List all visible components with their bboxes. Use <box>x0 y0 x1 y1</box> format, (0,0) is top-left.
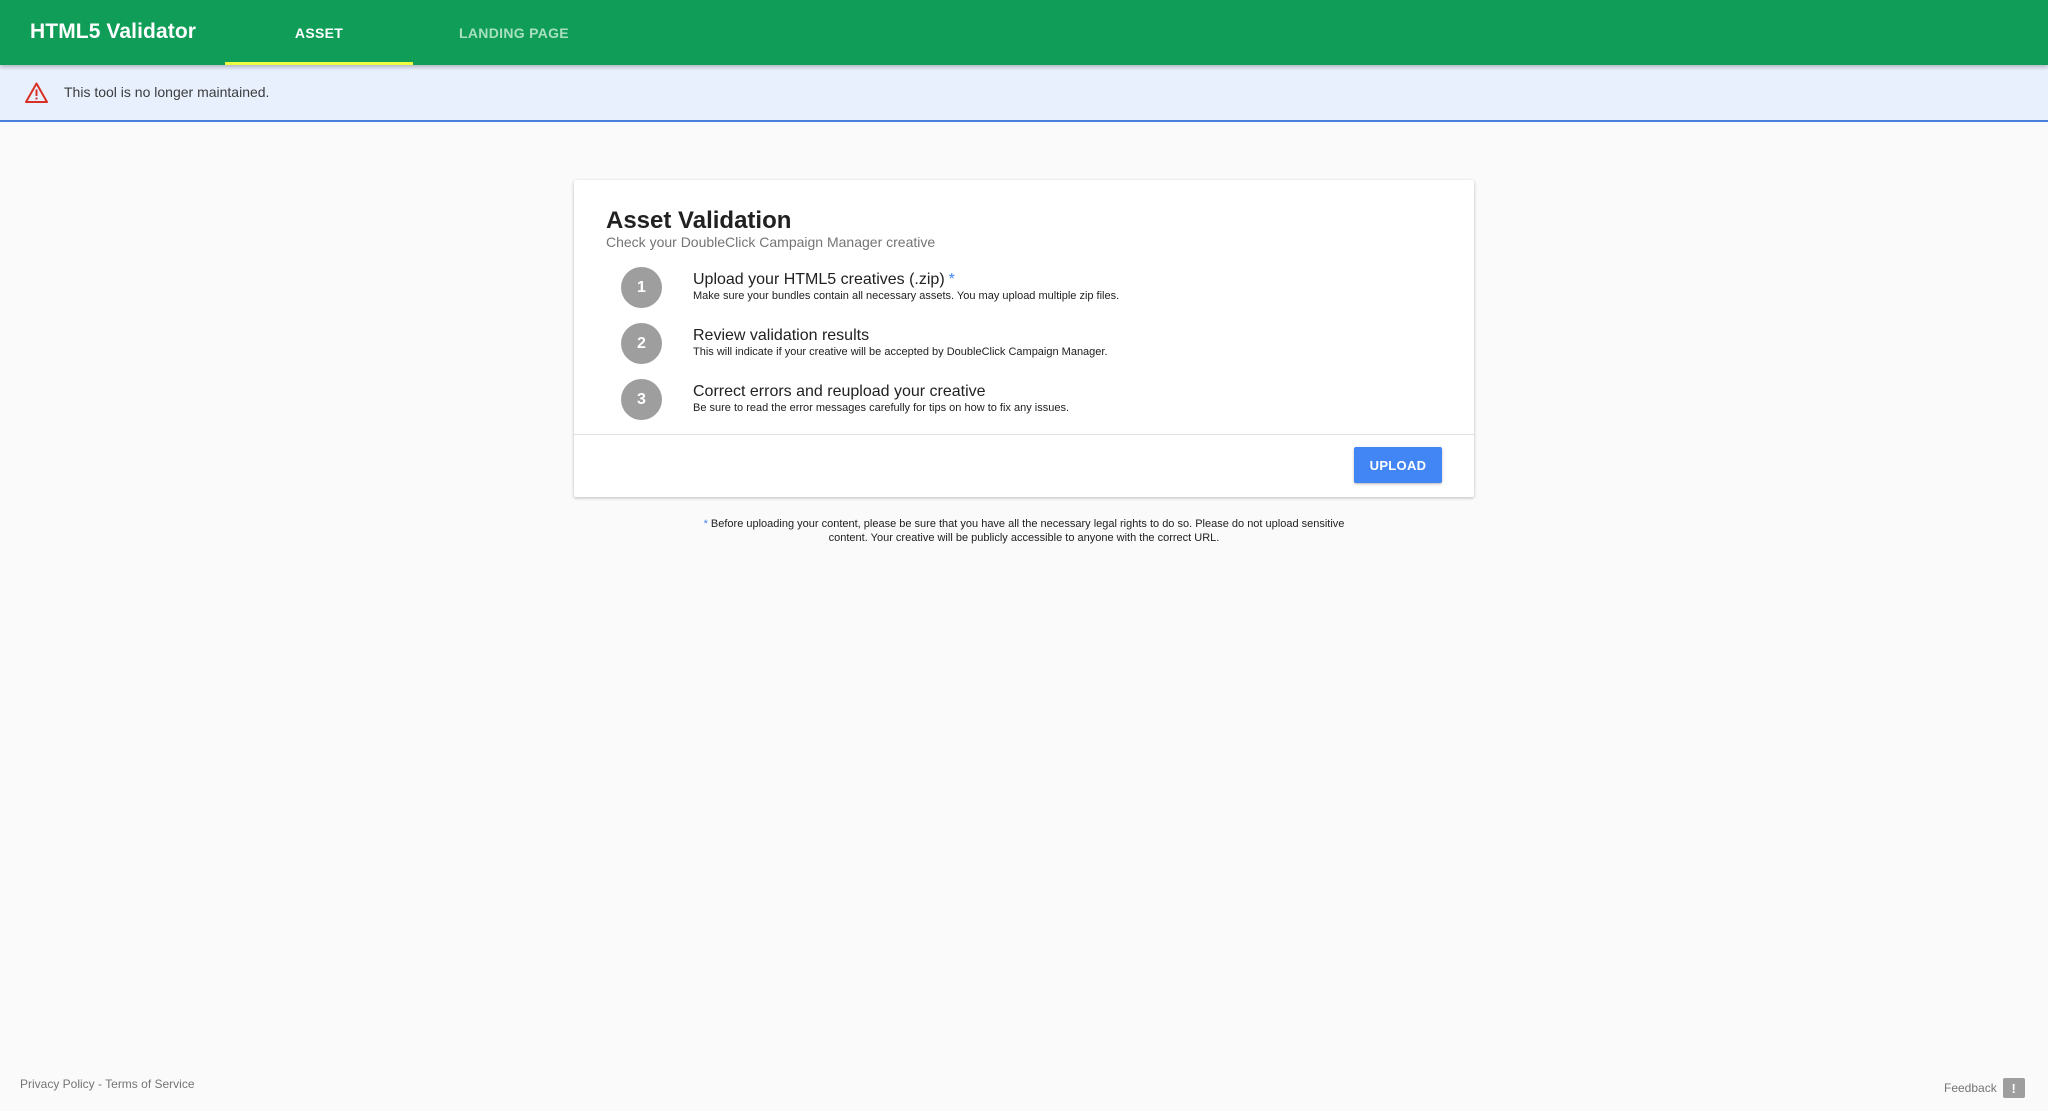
app-title: HTML5 Validator <box>30 20 197 43</box>
card-divider <box>574 434 1474 435</box>
upload-button[interactable]: UPLOAD <box>1354 447 1442 483</box>
step-title: Review validation results <box>693 327 870 344</box>
tab-landing-page[interactable]: LANDING PAGE <box>420 0 608 65</box>
step-review: 2 Review validation results This will in… <box>621 323 1441 367</box>
step-correct: 3 Correct errors and reupload your creat… <box>621 379 1441 423</box>
feedback-icon: ! <box>2002 1078 2025 1098</box>
step-title: Upload your HTML5 creatives (.zip) * <box>693 271 955 289</box>
card-subtitle: Check your DoubleClick Campaign Manager … <box>606 234 936 250</box>
feedback-label: Feedback <box>1944 1081 1997 1095</box>
disclaimer-text-1: Before uploading your content, please be… <box>710 518 1345 530</box>
disclaimer-line-1: * Before uploading your content, please … <box>574 517 1474 531</box>
step-number-badge: 3 <box>621 379 662 420</box>
step-title-text: Upload your HTML5 creatives (.zip) <box>693 271 945 288</box>
footer-separator: - <box>94 1077 106 1091</box>
required-asterisk: * <box>948 271 955 288</box>
card-title: Asset Validation <box>606 207 792 234</box>
step-upload: 1 Upload your HTML5 creatives (.zip) * Ma… <box>621 267 1441 311</box>
step-description: Be sure to read the error messages caref… <box>693 402 1070 414</box>
terms-of-service-link[interactable]: Terms of Service <box>105 1077 194 1091</box>
top-app-bar: HTML5 Validator ASSET LANDING PAGE <box>0 0 2048 65</box>
step-description: This will indicate if your creative will… <box>693 346 1108 358</box>
footer-links: Privacy Policy - Terms of Service <box>20 1077 195 1091</box>
notice-text: This tool is no longer maintained. <box>64 84 270 100</box>
legal-disclaimer: * Before uploading your content, please … <box>574 517 1474 545</box>
step-number-badge: 2 <box>621 323 662 364</box>
step-description: Make sure your bundles contain all neces… <box>693 290 1120 302</box>
asset-validation-card: Asset Validation Check your DoubleClick … <box>574 180 1474 497</box>
disclaimer-text-2: content. Your creative will be publicly … <box>828 532 1220 544</box>
page: HTML5 Validator ASSET LANDING PAGE This … <box>0 0 2048 1111</box>
privacy-policy-link[interactable]: Privacy Policy <box>20 1077 95 1091</box>
deprecation-notice-banner: This tool is no longer maintained. <box>0 65 2048 122</box>
active-tab-indicator <box>225 62 413 65</box>
step-number-badge: 1 <box>621 267 662 308</box>
warning-icon <box>25 82 48 103</box>
step-title: Correct errors and reupload your creativ… <box>693 383 986 400</box>
tab-asset[interactable]: ASSET <box>225 0 413 65</box>
feedback-button[interactable]: Feedback ! <box>1944 1078 2025 1098</box>
disclaimer-asterisk: * <box>703 518 708 530</box>
